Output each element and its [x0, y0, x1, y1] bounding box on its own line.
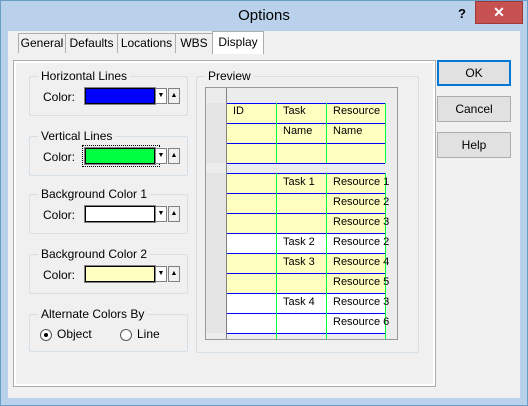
header-task-name: Name [283, 125, 313, 137]
horizontal-dropdown-button[interactable]: ▼ [155, 88, 167, 104]
bg1-up-button[interactable]: ▲ [168, 206, 180, 222]
bg1-color-swatch[interactable] [84, 205, 156, 223]
group-title: Alternate Colors By [38, 307, 148, 321]
header-row-gutter [206, 103, 226, 163]
line-radio[interactable] [120, 329, 132, 341]
preview-row-gutter [206, 313, 226, 333]
tab-defaults[interactable]: Defaults [65, 33, 118, 53]
help-icon[interactable]: ? [453, 5, 471, 23]
display-tab-panel: Horizontal Lines Color: ▼ ▲ Vertical Lin… [13, 60, 436, 387]
alternate-colors-group: Alternate Colors By Object Line [29, 307, 188, 352]
vertical-up-button[interactable]: ▲ [168, 148, 180, 164]
bg2-up-button[interactable]: ▲ [168, 266, 180, 282]
row-resource: Resource 4 [333, 256, 390, 268]
row-task: Task 2 [283, 236, 315, 248]
vertical-color-swatch[interactable] [84, 147, 156, 165]
preview-grid: ID Task Name Resource Name Task 1 Resourc… [205, 87, 398, 340]
horizontal-lines-group: Horizontal Lines Color: ▼ ▲ [29, 69, 188, 116]
header-top-strip [206, 88, 397, 103]
options-dialog: Options ? ✕ General Defaults Locations W… [0, 0, 528, 406]
horizontal-up-button[interactable]: ▲ [168, 88, 180, 104]
header-task: Task [283, 105, 306, 117]
preview-row-gutter [206, 233, 226, 253]
object-radio-label[interactable]: Object [57, 327, 92, 341]
vertical-lines-group: Vertical Lines Color: ▼ ▲ [29, 129, 188, 176]
group-title: Background Color 2 [38, 247, 151, 261]
preview-row-gutter [206, 253, 226, 273]
vertical-dropdown-button[interactable]: ▼ [155, 148, 167, 164]
object-radio[interactable] [40, 329, 52, 341]
ok-button[interactable]: OK [437, 60, 511, 86]
help-button[interactable]: Help [437, 132, 511, 158]
color-label: Color: [43, 150, 76, 164]
group-title: Vertical Lines [38, 129, 116, 143]
row-resource: Resource 1 [333, 176, 390, 188]
close-button[interactable]: ✕ [475, 1, 523, 24]
preview-group: Preview ID Task Name Resource Name Task … [196, 69, 419, 353]
row-task: Task 4 [283, 296, 315, 308]
horizontal-color-swatch[interactable] [84, 87, 156, 105]
window-title: Options [238, 7, 290, 24]
tab-general[interactable]: General [18, 33, 66, 53]
bg2-color-swatch[interactable] [84, 265, 156, 283]
cancel-button[interactable]: Cancel [437, 96, 511, 122]
preview-row-gutter [206, 193, 226, 213]
color-label: Color: [43, 268, 76, 282]
bg2-dropdown-button[interactable]: ▼ [155, 266, 167, 282]
color-label: Color: [43, 90, 76, 104]
row-resource: Resource 3 [333, 296, 390, 308]
header-separator [206, 163, 397, 173]
row-resource: Resource 5 [333, 276, 390, 288]
header-resource-name: Name [333, 125, 363, 137]
tab-wbs[interactable]: WBS [175, 33, 213, 53]
preview-row-gutter [206, 273, 226, 293]
preview-row-gutter [206, 293, 226, 313]
row-task: Task 1 [283, 176, 315, 188]
group-title: Preview [205, 69, 254, 83]
row-resource: Resource 6 [333, 316, 390, 328]
row-resource: Resource 2 [333, 236, 390, 248]
header-id: ID [233, 105, 244, 117]
row-task: Task 3 [283, 256, 315, 268]
title-bar: Options ? ✕ [1, 1, 527, 31]
tab-display[interactable]: Display [212, 31, 264, 54]
background-color-2-group: Background Color 2 Color: ▼ ▲ [29, 247, 188, 294]
color-label: Color: [43, 208, 76, 222]
group-title: Background Color 1 [38, 187, 151, 201]
preview-row-gutter [206, 213, 226, 233]
background-color-1-group: Background Color 1 Color: ▼ ▲ [29, 187, 188, 234]
group-title: Horizontal Lines [38, 69, 131, 83]
row-resource: Resource 2 [333, 196, 390, 208]
header-resource: Resource [333, 105, 381, 117]
dialog-client: General Defaults Locations WBS Display H… [8, 31, 520, 398]
row-resource: Resource 3 [333, 216, 390, 228]
preview-row-gutter [206, 173, 226, 193]
bg1-dropdown-button[interactable]: ▼ [155, 206, 167, 222]
tab-locations[interactable]: Locations [117, 33, 176, 53]
line-radio-label[interactable]: Line [137, 327, 160, 341]
